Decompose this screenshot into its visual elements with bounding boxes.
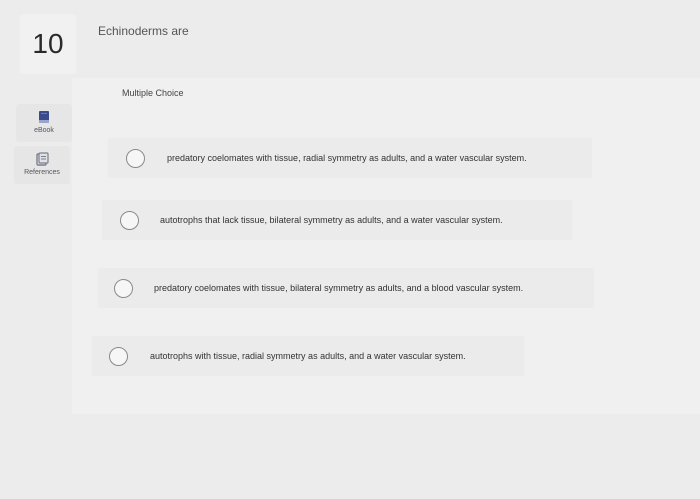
ebook-button[interactable]: eBook — [16, 104, 72, 142]
choice-option-d[interactable]: autotrophs with tissue, radial symmetry … — [92, 336, 524, 376]
radio-button-a[interactable] — [126, 148, 145, 168]
question-number: 10 — [32, 28, 64, 59]
choice-text-a: predatory coelomates with tissue, radial… — [167, 153, 527, 163]
choice-text-d: autotrophs with tissue, radial symmetry … — [150, 351, 466, 361]
radio-button-d[interactable] — [109, 346, 128, 366]
choice-text-b: autotrophs that lack tissue, bilateral s… — [160, 215, 503, 225]
book-icon — [39, 111, 49, 123]
question-number-box: 10 — [20, 14, 76, 74]
radio-button-b[interactable] — [120, 210, 139, 230]
answer-type-label: Multiple Choice — [122, 88, 184, 98]
choice-option-c[interactable]: predatory coelomates with tissue, bilate… — [98, 268, 594, 308]
choice-option-b[interactable]: autotrophs that lack tissue, bilateral s… — [102, 200, 572, 240]
radio-button-c[interactable] — [114, 278, 133, 298]
question-prompt: Echinoderms are — [98, 24, 189, 38]
ebook-label: eBook — [34, 127, 54, 134]
choice-option-a[interactable]: predatory coelomates with tissue, radial… — [108, 138, 592, 178]
choice-text-c: predatory coelomates with tissue, bilate… — [154, 283, 524, 293]
references-button[interactable]: References — [14, 146, 70, 184]
references-label: References — [24, 169, 60, 176]
references-icon — [36, 152, 49, 166]
